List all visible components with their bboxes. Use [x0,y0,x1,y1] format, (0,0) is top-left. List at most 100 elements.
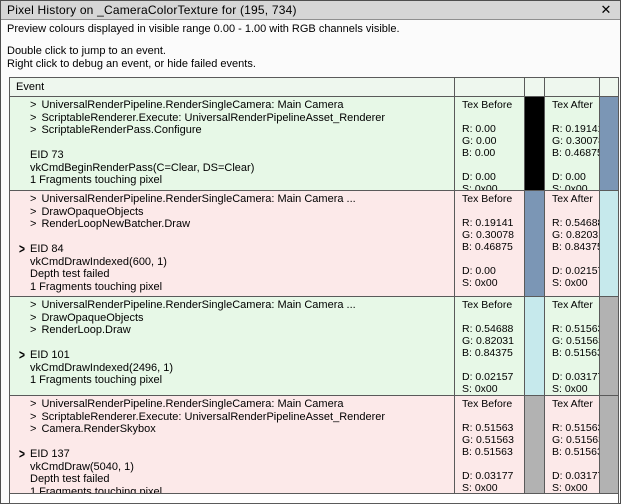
channel-value-g: G: 0.30078 [462,229,524,241]
channel-value-g: G: 0.00 [462,135,524,147]
tree-chevron-icon: > [30,206,36,219]
tree-chevron-icon: > [30,398,36,411]
channel-value-g: G: 0.51563 [462,434,524,446]
tex-after-label: Tex After [552,99,599,111]
event-cell: >UniversalRenderPipeline.RenderSingleCam… [10,297,454,395]
event-row-eid-84[interactable]: >UniversalRenderPipeline.RenderSingleCam… [10,191,618,297]
tree-chevron-icon: > [30,112,36,125]
api-call-label: vkCmdDraw(5040, 1) [10,461,454,474]
tree-chevron-icon: > [30,193,36,206]
stencil-value: S: 0x00 [462,183,524,190]
channel-value-r: R: 0.54688 [552,217,599,229]
event-context-line: >RenderLoop.Draw [10,324,454,337]
event-row-eid-101[interactable]: >UniversalRenderPipeline.RenderSingleCam… [10,297,618,396]
tree-chevron-icon: > [30,324,36,337]
info-rightclick-hint: Right click to debug an event, or hide f… [7,58,400,71]
event-cell: >UniversalRenderPipeline.RenderSingleCam… [10,396,454,493]
stencil-value: S: 0x00 [462,277,524,289]
eid-label: EID 73 [10,149,454,162]
stencil-value: S: 0x00 [552,482,599,493]
window-titlebar[interactable]: Pixel History on _CameraColorTexture for… [1,1,620,20]
channel-value-b: B: 0.46875 [462,241,524,253]
tex-before-cell: Tex Before R: 0.54688 G: 0.82031 B: 0.84… [454,297,524,395]
tex-after-cell: Tex After R: 0.19141 G: 0.30078 B: 0.468… [544,97,599,190]
tex-after-swatch [600,396,618,493]
column-header-tex-after [544,78,599,96]
tex-after-cell: Tex After R: 0.51563 G: 0.51563 B: 0.515… [544,297,599,395]
stencil-value: S: 0x00 [462,482,524,493]
channel-value-r: R: 0.51563 [552,422,599,434]
channel-value-g: G: 0.51563 [552,335,599,347]
tex-after-swatch [600,97,618,190]
channel-value-b: B: 0.51563 [552,446,599,458]
api-call-label: vkCmdDrawIndexed(600, 1) [10,256,454,269]
info-visible-range: Preview colours displayed in visible ran… [7,23,400,36]
tex-before-label: Tex Before [462,398,524,410]
tex-before-cell: Tex Before R: 0.00 G: 0.00 B: 0.00 D: 0.… [454,97,524,190]
tex-before-label: Tex Before [462,99,524,111]
column-header-before-swatch [524,78,544,96]
fragments-label: 1 Fragments touching pixel [10,174,454,187]
tex-before-swatch [525,97,544,190]
channel-value-r: R: 0.51563 [552,323,599,335]
selected-event-arrow-icon: > [19,348,25,362]
pixel-history-window: { "titlebar": { "title": "Pixel History … [0,0,621,504]
tex-after-cell: Tex After R: 0.54688 G: 0.82031 B: 0.843… [544,191,599,296]
stencil-value: S: 0x00 [552,183,599,190]
tex-after-swatch [600,297,618,395]
close-icon[interactable]: ✕ [598,2,614,18]
event-context-line: >DrawOpaqueObjects [10,312,454,325]
channel-value-b: B: 0.00 [462,147,524,159]
tree-chevron-icon: > [30,312,36,325]
test-result-label: Depth test failed [10,268,454,281]
event-row-eid-73[interactable]: >UniversalRenderPipeline.RenderSingleCam… [10,97,618,191]
tree-chevron-icon: > [30,411,36,424]
fragments-label: 1 Fragments touching pixel [10,281,454,294]
tree-chevron-icon: > [30,423,36,436]
tex-before-label: Tex Before [462,193,524,205]
tree-chevron-icon: > [30,99,36,112]
tree-chevron-icon: > [30,218,36,231]
selected-event-arrow-icon: > [19,242,25,256]
column-header-tex-before [454,78,524,96]
tex-before-swatch [525,297,544,395]
eid-label: >EID 101 [10,349,454,362]
test-result-label: Depth test failed [10,473,454,486]
channel-value-g: G: 0.51563 [552,434,599,446]
channel-value-g: G: 0.82031 [552,229,599,241]
tex-after-cell: Tex After R: 0.51563 G: 0.51563 B: 0.515… [544,396,599,493]
tree-chevron-icon: > [30,124,36,137]
depth-value: D: 0.02157 [552,265,599,277]
tree-chevron-icon: > [30,299,36,312]
channel-value-r: R: 0.19141 [462,217,524,229]
tex-after-label: Tex After [552,398,599,410]
event-context-line: >UniversalRenderPipeline.RenderSingleCam… [10,99,454,112]
channel-value-r: R: 0.19141 [552,123,599,135]
depth-value: D: 0.00 [462,265,524,277]
channel-value-r: R: 0.54688 [462,323,524,335]
info-panel: Preview colours displayed in visible ran… [7,23,400,71]
event-context-line: >DrawOpaqueObjects [10,206,454,219]
window-title: Pixel History on _CameraColorTexture for… [7,3,598,17]
tex-before-cell: Tex Before R: 0.51563 G: 0.51563 B: 0.51… [454,396,524,493]
stencil-value: S: 0x00 [462,383,524,395]
event-row-eid-137[interactable]: >UniversalRenderPipeline.RenderSingleCam… [10,396,618,494]
channel-value-b: B: 0.84375 [462,347,524,359]
depth-value: D: 0.03177 [552,371,599,383]
pixel-history-table: Event >UniversalRenderPipeline.RenderSin… [9,77,619,504]
column-header-after-swatch [599,78,618,96]
event-cell: >UniversalRenderPipeline.RenderSingleCam… [10,97,454,190]
channel-value-b: B: 0.84375 [552,241,599,253]
event-context-line: >Camera.RenderSkybox [10,423,454,436]
event-context-line: >UniversalRenderPipeline.RenderSingleCam… [10,398,454,411]
api-call-label: vkCmdBeginRenderPass(C=Clear, DS=Clear) [10,162,454,175]
channel-value-b: B: 0.46875 [552,147,599,159]
channel-value-r: R: 0.00 [462,123,524,135]
channel-value-g: G: 0.30078 [552,135,599,147]
event-context-line: >UniversalRenderPipeline.RenderSingleCam… [10,193,454,206]
channel-value-b: B: 0.51563 [462,446,524,458]
event-cell: >UniversalRenderPipeline.RenderSingleCam… [10,191,454,296]
table-header-row: Event [10,78,618,97]
channel-value-r: R: 0.51563 [462,422,524,434]
depth-value: D: 0.00 [462,171,524,183]
